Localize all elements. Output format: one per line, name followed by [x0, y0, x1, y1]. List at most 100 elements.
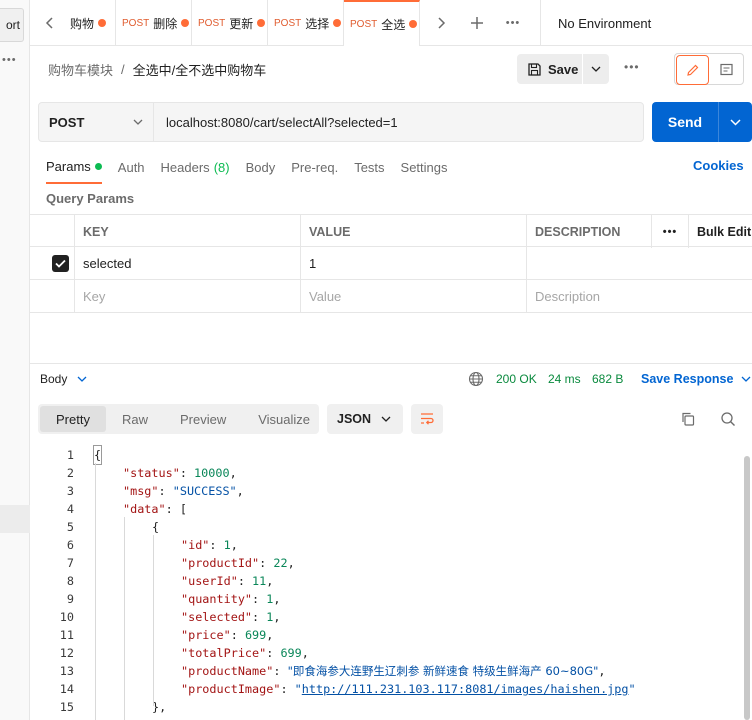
json-punct: ,: [229, 466, 237, 480]
param-value-cell[interactable]: 1: [300, 247, 527, 280]
line-number: 13: [59, 664, 74, 678]
code-line: "productId": 22,: [181, 556, 295, 570]
search-icon[interactable]: [720, 411, 736, 427]
param-description-cell[interactable]: [526, 247, 752, 280]
environment-selector[interactable]: No Environment: [540, 0, 752, 46]
save-button[interactable]: Save: [517, 54, 583, 84]
breadcrumb-separator: /: [121, 62, 125, 77]
cookies-link[interactable]: Cookies: [693, 158, 744, 173]
response-section-selector[interactable]: Body: [40, 372, 87, 386]
edit-pencil-icon[interactable]: [676, 55, 710, 85]
view-mode-toggle: [674, 53, 744, 85]
json-key: "msg": [123, 484, 159, 498]
response-body-viewer[interactable]: 1{ 2 "status": 10000, 3 "msg": "SUCCESS", …: [30, 445, 740, 720]
json-punct: ,: [301, 646, 309, 660]
response-size[interactable]: 682 B: [592, 372, 623, 386]
new-key-input[interactable]: Key: [74, 280, 301, 313]
tab-params-label: Params: [46, 159, 91, 174]
json-key: "price": [181, 628, 231, 642]
code-line: "id": 1,: [181, 538, 238, 552]
send-dropdown-chevron-icon[interactable]: [719, 118, 752, 126]
tab-params[interactable]: Params: [46, 158, 102, 184]
globe-icon[interactable]: [468, 371, 484, 387]
tab-prereq[interactable]: Pre-req.: [291, 158, 338, 184]
unsaved-dot-icon: [257, 19, 266, 27]
save-dropdown-chevron-icon[interactable]: [583, 66, 609, 72]
response-status[interactable]: 200 OK: [496, 372, 537, 386]
tab-item[interactable]: POST 删除: [116, 0, 192, 46]
line-number: 15: [59, 700, 74, 714]
tab-headers[interactable]: Headers (8): [161, 158, 230, 184]
row-checkbox[interactable]: [52, 255, 69, 272]
tab-settings[interactable]: Settings: [401, 158, 448, 184]
url-bar: POST localhost:8080/cart/selectAll?selec…: [38, 102, 644, 142]
tab-scroll-right-icon[interactable]: [426, 0, 456, 46]
tab-scroll-left-icon[interactable]: [30, 0, 70, 46]
json-key: "userId": [181, 574, 238, 588]
col-description-header: DESCRIPTION: [526, 215, 652, 248]
json-value: "即食海参大连野生辽刺参 新鲜速食 特级生鲜海产 60~80G": [287, 664, 599, 678]
json-punct: ,: [273, 592, 281, 606]
json-value: 699: [244, 628, 267, 642]
response-scrollbar[interactable]: [744, 446, 750, 720]
format-select[interactable]: JSON: [327, 404, 403, 434]
response-time[interactable]: 24 ms: [548, 372, 581, 386]
save-response-button[interactable]: Save Response: [641, 372, 751, 386]
view-tab-visualize[interactable]: Visualize: [242, 406, 326, 432]
view-tab-pretty[interactable]: Pretty: [40, 406, 106, 432]
bulk-edit-button[interactable]: Bulk Edit: [688, 215, 752, 248]
view-tab-raw[interactable]: Raw: [106, 406, 164, 432]
format-label: JSON: [337, 412, 372, 426]
tab-body[interactable]: Body: [246, 158, 276, 184]
pane-splitter[interactable]: [30, 363, 752, 364]
line-number: 7: [66, 556, 74, 570]
json-value: "SUCCESS": [172, 484, 237, 498]
tab-title: 全选: [381, 17, 406, 32]
table-more-icon[interactable]: •••: [651, 215, 688, 248]
code-line: "data": [: [123, 502, 187, 516]
tab-item[interactable]: POST 选择: [268, 0, 344, 46]
import-button[interactable]: ort: [0, 8, 24, 42]
wrap-lines-icon[interactable]: [411, 404, 443, 434]
unsaved-dot-icon: [333, 19, 342, 27]
line-number: 11: [59, 628, 74, 642]
sidebar-more-icon[interactable]: •••: [2, 54, 17, 66]
documentation-icon[interactable]: [710, 54, 743, 84]
tab-method: POST: [350, 18, 378, 30]
request-name[interactable]: 全选中/全不选中购物车: [133, 60, 267, 79]
line-number: 4: [66, 502, 74, 516]
json-punct: ,: [266, 574, 274, 588]
url-input[interactable]: localhost:8080/cart/selectAll?selected=1: [154, 115, 398, 130]
tab-item[interactable]: POST 更新: [192, 0, 268, 46]
code-line: "productName": "即食海参大连野生辽刺参 新鲜速食 特级生鲜海产 …: [181, 664, 606, 678]
sidebar-selected-item[interactable]: [0, 505, 30, 533]
new-value-input[interactable]: Value: [300, 280, 527, 313]
code-line: "selected": 1,: [181, 610, 281, 624]
new-tab-plus-icon[interactable]: [462, 0, 492, 46]
headers-count: (8): [213, 160, 230, 175]
request-more-icon[interactable]: •••: [624, 60, 640, 74]
tab-auth[interactable]: Auth: [118, 158, 145, 184]
breadcrumb-collection[interactable]: 购物车模块: [48, 60, 113, 79]
unsaved-dot-icon: [409, 20, 418, 28]
response-section-label: Body: [40, 372, 68, 386]
new-description-input[interactable]: Description: [526, 280, 752, 313]
json-punct: ,: [236, 484, 244, 498]
scrollbar-thumb[interactable]: [744, 456, 750, 720]
param-key-cell[interactable]: selected: [74, 247, 301, 280]
copy-icon[interactable]: [680, 411, 696, 427]
save-button-group: Save: [517, 54, 609, 84]
tab-headers-label: Headers: [160, 160, 210, 175]
environment-label: No Environment: [558, 15, 652, 31]
tab-item[interactable]: 购物: [70, 0, 116, 46]
line-number: 6: [66, 538, 74, 552]
code-line: {: [152, 520, 160, 534]
request-tabs: Params Auth Headers (8) Body Pre-req. Te…: [46, 158, 464, 184]
method-select[interactable]: POST: [39, 103, 154, 141]
tab-options-more-icon[interactable]: •••: [498, 0, 528, 46]
tab-item-active[interactable]: POST 全选: [344, 0, 420, 46]
view-tab-preview[interactable]: Preview: [164, 406, 242, 432]
tab-tests[interactable]: Tests: [354, 158, 384, 184]
product-image-link[interactable]: http://111.231.103.117:8081/images/haish…: [302, 682, 629, 696]
send-button[interactable]: Send: [652, 102, 719, 142]
